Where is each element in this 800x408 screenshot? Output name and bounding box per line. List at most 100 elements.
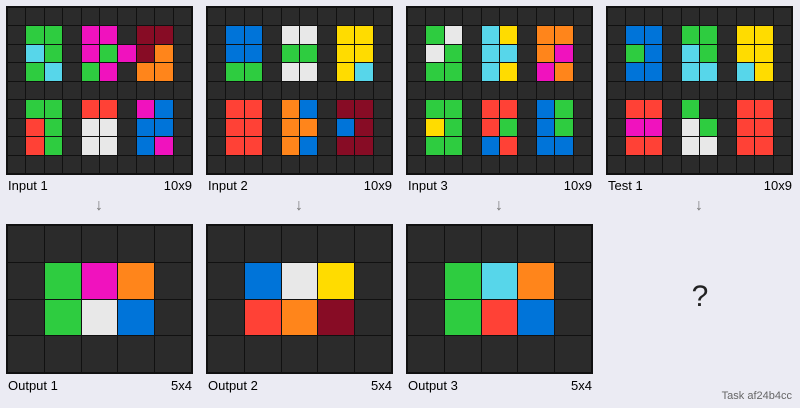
grid-cell — [63, 118, 81, 137]
grid-cell — [155, 299, 191, 336]
grid-cell — [173, 118, 191, 137]
grid-cell — [336, 100, 355, 118]
grid-cell — [536, 44, 555, 63]
grid-cell — [699, 155, 718, 173]
grid-cell — [663, 100, 681, 118]
label-test-1: Test 1 — [608, 178, 643, 193]
grid-cell — [663, 118, 681, 137]
grid-cell — [81, 336, 118, 372]
grid-cell — [681, 26, 699, 44]
grid-cell — [555, 81, 573, 100]
grid-cell — [755, 81, 773, 100]
grid-cell — [499, 118, 518, 137]
grid-cell — [536, 26, 555, 44]
grid-cell — [281, 336, 318, 372]
grid-cell — [263, 8, 281, 26]
grid-cell — [263, 100, 281, 118]
grid-cell — [299, 26, 318, 44]
board-input-3 — [406, 6, 593, 175]
grid-cell — [608, 118, 626, 137]
grid-cell — [755, 63, 773, 81]
dims-output-2: 5x4 — [371, 378, 392, 393]
board-test-1 — [606, 6, 793, 175]
grid-cell — [26, 44, 44, 63]
grid-cell — [281, 226, 318, 262]
grid-cell — [573, 155, 591, 173]
grid-cell — [699, 81, 718, 100]
grid-cell — [481, 100, 499, 118]
grid-cell — [208, 155, 226, 173]
board-output-2 — [206, 224, 393, 374]
grid-cell — [63, 100, 81, 118]
grid-cell — [318, 8, 336, 26]
grid-cell — [8, 226, 44, 262]
grid-cell — [426, 155, 444, 173]
grid-cell — [573, 100, 591, 118]
grid-cell — [373, 118, 391, 137]
grid-cell — [299, 155, 318, 173]
grid-cell — [136, 81, 155, 100]
grid-cell — [63, 137, 81, 155]
grid-cell — [499, 8, 518, 26]
grid-cell — [208, 8, 226, 26]
grid-cell — [718, 137, 736, 155]
grid-cell — [518, 44, 536, 63]
grid-cell — [373, 26, 391, 44]
grid-cell — [26, 8, 44, 26]
grid-cell — [318, 100, 336, 118]
grid-cell — [26, 63, 44, 81]
grid-cell — [118, 118, 136, 137]
grid-cell — [773, 118, 791, 137]
grid-cell — [336, 81, 355, 100]
grid-cell — [355, 336, 391, 372]
grid-cell — [608, 44, 626, 63]
grid-cell — [718, 63, 736, 81]
grid-cell — [118, 226, 155, 262]
grid-cell — [573, 137, 591, 155]
grid-cell — [555, 100, 573, 118]
grid-cell — [173, 63, 191, 81]
grid-cell — [155, 118, 173, 137]
grid-cell — [608, 63, 626, 81]
grid-cell — [173, 8, 191, 26]
grid-cell — [155, 155, 173, 173]
grid-cell — [136, 44, 155, 63]
grid-cell — [355, 8, 373, 26]
grid-cell — [99, 100, 118, 118]
grid-cell — [555, 26, 573, 44]
grid-cell — [8, 299, 44, 336]
grid-cell — [555, 336, 591, 372]
grid-cell — [573, 118, 591, 137]
grid-cell — [318, 262, 355, 299]
grid-cell — [63, 81, 81, 100]
grid-cell — [263, 26, 281, 44]
grid-cell — [373, 155, 391, 173]
grid-cell — [299, 118, 318, 137]
grid-cell — [336, 8, 355, 26]
grid-cell — [355, 81, 373, 100]
grid-cell — [263, 118, 281, 137]
grid-cell — [444, 226, 481, 262]
grid-cell — [736, 137, 755, 155]
grid-cell — [426, 137, 444, 155]
grid-cell — [281, 155, 299, 173]
dims-test-1: 10x9 — [763, 178, 792, 193]
grid-cell — [736, 118, 755, 137]
grid-cell — [155, 81, 173, 100]
grid-cell — [226, 8, 244, 26]
grid-cell — [173, 81, 191, 100]
grid-cell — [408, 100, 426, 118]
grid-cell — [755, 137, 773, 155]
label-output-1: Output 1 — [8, 378, 58, 393]
grid-cell — [555, 137, 573, 155]
grid-cell — [8, 8, 26, 26]
grid-cell — [318, 299, 355, 336]
grid-cell — [299, 44, 318, 63]
grid-cell — [281, 81, 299, 100]
grid-cell — [263, 63, 281, 81]
grid-cell — [681, 63, 699, 81]
grid-cell — [481, 44, 499, 63]
grid-cell — [718, 26, 736, 44]
grid-cell — [281, 100, 299, 118]
grid-cell — [81, 100, 99, 118]
